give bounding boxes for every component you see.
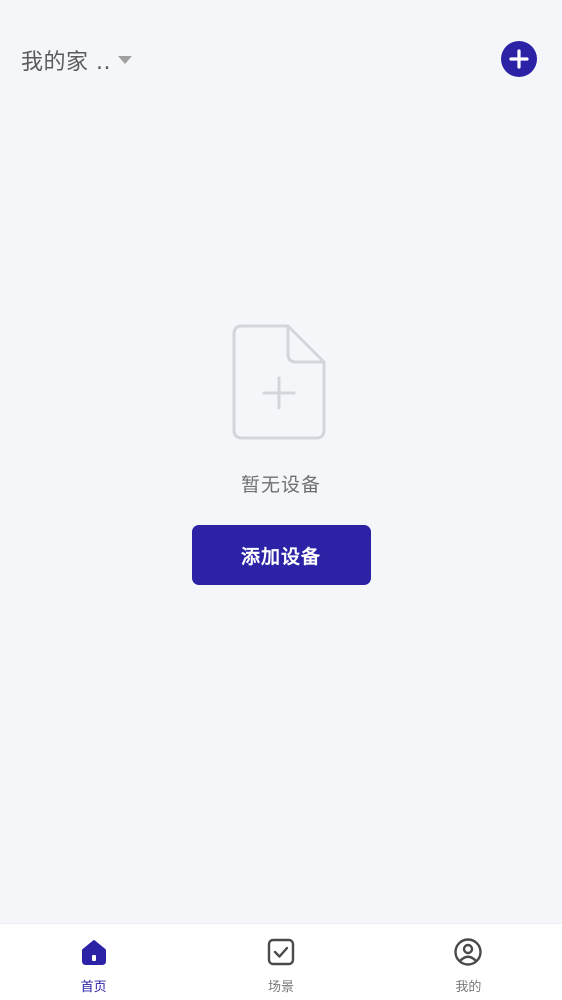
- plus-icon: [509, 49, 529, 69]
- tab-home[interactable]: 首页: [0, 924, 187, 1000]
- home-selector[interactable]: 我的家 ..: [21, 42, 133, 78]
- file-add-icon: [232, 324, 326, 440]
- tab-scene-label: 场景: [267, 980, 294, 995]
- add-button[interactable]: [501, 41, 537, 77]
- tab-scene[interactable]: 场景: [187, 924, 374, 1000]
- user-icon: [453, 937, 483, 967]
- empty-message: 暂无设备: [240, 474, 321, 496]
- caret-down-icon: [117, 54, 133, 66]
- empty-state: 暂无设备 添加设备: [0, 320, 562, 585]
- add-device-button[interactable]: 添加设备: [191, 525, 371, 585]
- tab-mine-label: 我的: [455, 980, 482, 995]
- home-icon: [79, 937, 109, 967]
- checkbox-icon: [266, 937, 296, 967]
- tab-home-label: 首页: [80, 980, 107, 995]
- tab-mine[interactable]: 我的: [375, 924, 562, 1000]
- bottom-tab-bar: 首页 场景 我的: [0, 923, 562, 1000]
- header: 我的家 ..: [0, 0, 562, 120]
- home-name: 我的家 ..: [21, 50, 111, 75]
